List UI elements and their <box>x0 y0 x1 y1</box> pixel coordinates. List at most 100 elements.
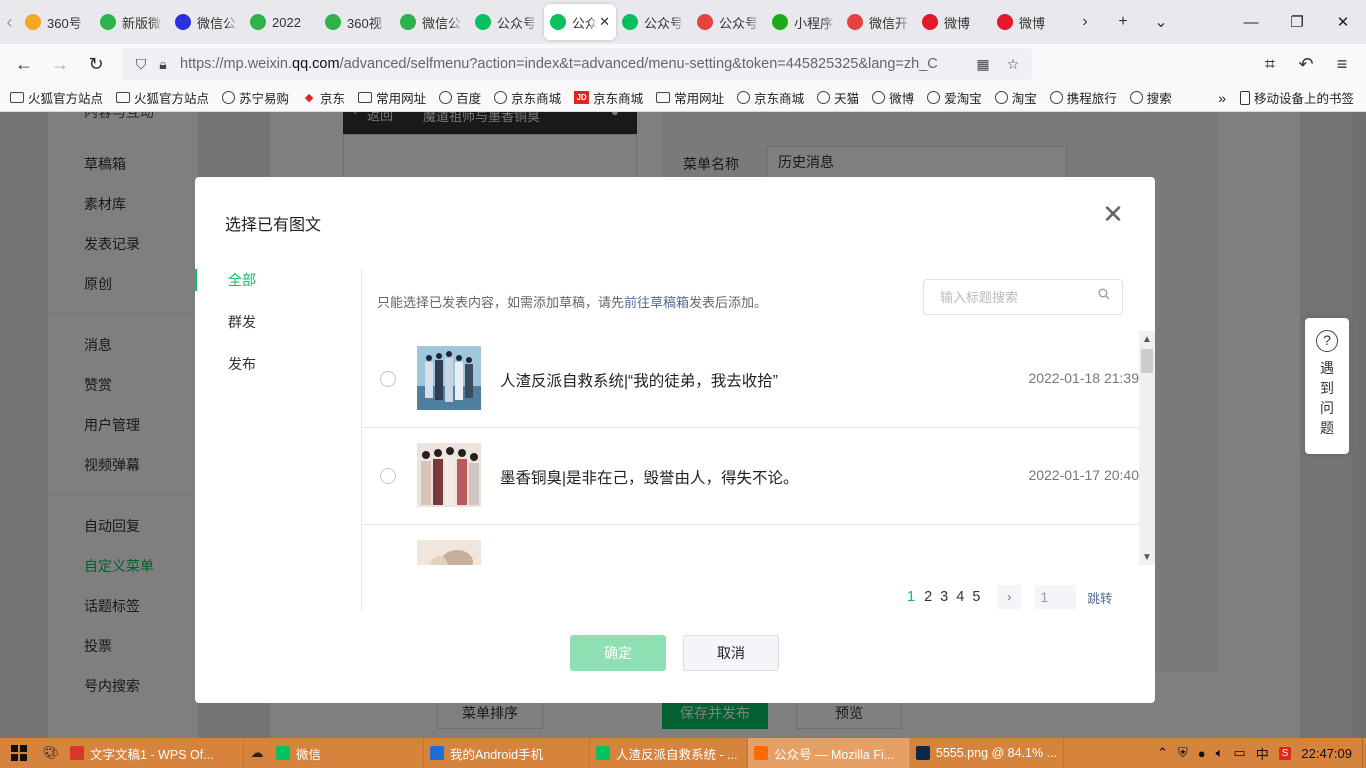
browser-tab[interactable]: 微信公 <box>394 4 469 40</box>
taskbar-item[interactable]: 人渣反派自救系统 - ... <box>590 738 748 768</box>
ime-indicator[interactable]: 中 <box>1256 744 1269 763</box>
bookmark-star-icon[interactable]: ☆ <box>1002 56 1024 73</box>
article-row[interactable]: 墨香铜臭|是非在己，毁誉由人，得失不论。 2022-01-17 20:40 <box>362 428 1139 525</box>
browser-tab[interactable]: 小程序 <box>766 4 841 40</box>
bookmark-item[interactable]: 常用网址 <box>358 88 426 107</box>
clock[interactable]: 22:47:09 <box>1301 746 1352 761</box>
page-number[interactable]: 1 <box>907 589 915 605</box>
nav-publish[interactable]: 发布 <box>195 353 361 395</box>
page-number[interactable]: 4 <box>956 589 964 605</box>
bookmark-label: 京东商城 <box>511 92 562 106</box>
qr-code-icon[interactable]: ▦ <box>972 56 994 73</box>
browser-tab[interactable]: 公众号 <box>616 4 691 40</box>
volume-icon[interactable]: 🔈︎ <box>1216 745 1224 761</box>
paint-icon[interactable]: 🎨︎ <box>38 738 64 768</box>
back-icon[interactable]: ← <box>6 46 42 82</box>
restore-icon[interactable]: ❐ <box>1274 0 1320 44</box>
browser-tab[interactable]: 360视 <box>319 4 394 40</box>
confirm-button[interactable]: 确定 <box>570 635 666 671</box>
undo-icon[interactable]: ↶ <box>1288 46 1324 82</box>
security-icon[interactable]: ⛨ <box>1178 745 1188 761</box>
article-row[interactable]: 人渣反派自救系统|“我的徒弟，我去收拾” 2022-01-18 21:39 <box>362 331 1139 428</box>
browser-tab[interactable]: 公众号 <box>691 4 766 40</box>
wechat-tray-icon[interactable]: ● <box>1198 746 1206 761</box>
globe-icon <box>222 91 236 104</box>
window-close-icon[interactable]: ✕ <box>1320 0 1366 44</box>
taskbar-item[interactable]: 文字文稿1 - WPS Of... <box>64 738 244 768</box>
article-row[interactable] <box>362 525 1139 565</box>
browser-tab[interactable]: 公众 ✕ <box>544 4 616 40</box>
browser-tab[interactable]: 微信公 <box>169 4 244 40</box>
page-number[interactable]: 2 <box>924 589 932 605</box>
bookmark-item[interactable]: 常用网址 <box>656 88 724 107</box>
browser-tab[interactable]: 微博 <box>991 4 1066 40</box>
go-to-drafts-link[interactable]: 前往草稿箱 <box>624 295 689 310</box>
page-number[interactable]: 3 <box>940 589 948 605</box>
scroll-up-icon[interactable]: ▲ <box>1139 331 1155 347</box>
url-text[interactable]: https://mp.weixin.qq.com/advanced/selfme… <box>180 56 972 72</box>
bookmark-item[interactable]: 京东商城 <box>737 88 804 107</box>
bookmark-item[interactable]: ◆ 京东 <box>302 88 345 107</box>
article-radio[interactable] <box>380 371 396 387</box>
shield-icon[interactable]: ⛉ <box>130 56 152 73</box>
bookmark-item[interactable]: 京东商城 <box>494 88 561 107</box>
browser-tab[interactable]: 2022 <box>244 4 319 40</box>
bookmark-item[interactable]: 爱淘宝 <box>927 88 982 107</box>
bookmark-item[interactable]: 微博 <box>872 88 914 107</box>
nav-all[interactable]: 全部 <box>195 269 361 311</box>
bookmark-item[interactable]: 天猫 <box>817 88 859 107</box>
browser-tab[interactable]: 360号 <box>19 4 94 40</box>
tab-scroll-right-icon[interactable]: › <box>1066 0 1104 44</box>
scrollbar-thumb[interactable] <box>1141 349 1153 373</box>
mobile-bookmarks-link[interactable]: 移动设备上的书签 <box>1254 88 1354 107</box>
forward-icon[interactable]: → <box>42 46 78 82</box>
minimize-icon[interactable]: — <box>1228 0 1274 44</box>
network-icon[interactable]: ▭ <box>1233 745 1245 761</box>
reload-icon[interactable]: ↻ <box>78 46 114 82</box>
title-search-input[interactable] <box>923 279 1123 315</box>
bookmark-item[interactable]: JD 京东商城 <box>574 88 643 107</box>
screenshot-crop-icon[interactable]: ⌗ <box>1252 46 1288 82</box>
scroll-down-icon[interactable]: ▼ <box>1139 549 1155 565</box>
close-icon[interactable]: ✕ <box>1101 201 1125 227</box>
tab-close-icon[interactable]: ✕ <box>599 14 610 30</box>
taskbar-item[interactable]: 微信 <box>270 738 424 768</box>
next-page-chevron-right-icon[interactable]: › <box>997 585 1022 609</box>
lock-icon[interactable]: 🔒︎ <box>152 56 174 73</box>
taskbar-item[interactable]: 我的Android手机 <box>424 738 590 768</box>
search-icon[interactable] <box>1098 288 1110 300</box>
bookmark-item[interactable]: 搜索 <box>1129 88 1172 107</box>
tab-list-chevron-down-icon[interactable]: ⌄ <box>1142 0 1180 44</box>
cancel-button[interactable]: 取消 <box>683 635 779 671</box>
browser-tab[interactable]: 公众号 <box>469 4 544 40</box>
new-tab-icon[interactable]: + <box>1104 0 1142 44</box>
tray-expand-chevron-up-icon[interactable]: ⌃ <box>1157 745 1168 761</box>
sogou-icon[interactable]: S <box>1278 746 1292 760</box>
url-bar[interactable]: ⛉ 🔒︎ https://mp.weixin.qq.com/advanced/s… <box>122 48 1032 80</box>
browser-tab[interactable]: 微博 <box>916 4 991 40</box>
list-scrollbar[interactable]: ▲ ▼ <box>1139 331 1155 565</box>
taskbar-item[interactable]: 公众号 — Mozilla Fi... <box>748 738 910 768</box>
tab-scroll-left-icon[interactable]: ‹ <box>0 0 19 44</box>
bookmark-item[interactable]: 火狐官方站点 <box>116 88 209 107</box>
nav-mass-send[interactable]: 群发 <box>195 311 361 353</box>
show-desktop-button[interactable] <box>1362 738 1366 768</box>
page-jump-link[interactable]: 跳转 <box>1087 588 1112 607</box>
page-jump-input[interactable]: 1 <box>1034 585 1077 609</box>
browser-tab[interactable]: 新版微 <box>94 4 169 40</box>
page-number[interactable]: 5 <box>972 589 980 605</box>
browser-tab[interactable]: 微信开 <box>841 4 916 40</box>
bookmark-item[interactable]: 苏宁易购 <box>222 88 289 107</box>
article-radio[interactable] <box>380 468 396 484</box>
bookmark-item[interactable]: 百度 <box>439 88 481 107</box>
taskbar-item[interactable]: 5555.png @ 84.1% ... <box>910 738 1064 768</box>
bookmark-item[interactable]: 淘宝 <box>994 88 1037 107</box>
hamburger-menu-icon[interactable]: ≡ <box>1324 46 1360 82</box>
cloud-icon[interactable]: ☁ <box>244 738 270 768</box>
help-float[interactable]: ? 遇到问题 <box>1305 318 1349 454</box>
chevron-double-right-icon[interactable]: » <box>1218 90 1226 106</box>
bookmark-item[interactable]: 携程旅行 <box>1049 88 1117 107</box>
bookmarks-list: 火狐官方站点 火狐官方站点 苏宁易购 ◆ 京东 常用网址 百度 京东商城 JD 京东商城 常用网址京… <box>10 88 1185 107</box>
windows-start-icon[interactable] <box>0 738 38 768</box>
bookmark-item[interactable]: 火狐官方站点 <box>10 88 103 107</box>
